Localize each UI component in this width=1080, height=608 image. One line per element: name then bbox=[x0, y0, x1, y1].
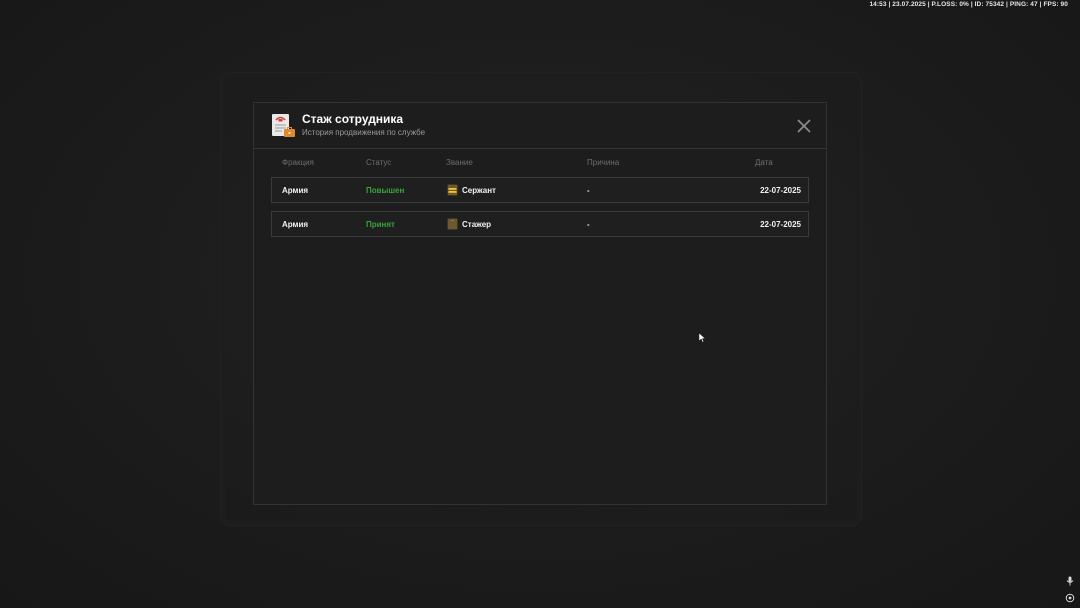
sergeant-badge-icon bbox=[447, 184, 458, 196]
hud-stats: 14:53 | 23.07.2025 | P.LOSS: 0% | ID: 75… bbox=[869, 1, 1068, 8]
reason-cell: - bbox=[587, 186, 590, 195]
modal-subtitle: История продвижения по службе bbox=[302, 128, 426, 137]
reason-cell: - bbox=[587, 220, 590, 229]
trainee-badge-icon bbox=[447, 218, 458, 230]
column-header-status: Статус bbox=[366, 158, 392, 167]
status-cell: Принят bbox=[366, 220, 395, 229]
settings-icon[interactable] bbox=[1065, 593, 1075, 603]
modal-header: Стаж сотрудника История продвижения по с… bbox=[254, 103, 826, 149]
modal-title: Стаж сотрудника bbox=[302, 112, 404, 126]
status-cell: Повышен bbox=[366, 186, 405, 195]
date-cell: 22-07-2025 bbox=[760, 186, 801, 195]
faction-cell: Армия bbox=[282, 186, 309, 195]
column-header-reason: Причина bbox=[587, 158, 620, 167]
table-row: Армия Принят Стажер - 22-07-2025 bbox=[271, 211, 809, 237]
table-row: Армия Повышен Сержант - 22-07-2025 bbox=[271, 177, 809, 203]
employee-tenure-modal: Стаж сотрудника История продвижения по с… bbox=[253, 102, 827, 505]
rank-cell: Стажер bbox=[462, 220, 492, 229]
date-cell: 22-07-2025 bbox=[760, 220, 801, 229]
close-icon[interactable] bbox=[795, 117, 813, 135]
document-certificate-icon bbox=[272, 114, 295, 137]
mouse-cursor-icon bbox=[699, 333, 706, 343]
column-header-faction: Фракция bbox=[282, 158, 314, 167]
column-header-rank: Звание bbox=[446, 158, 473, 167]
rank-cell: Сержант bbox=[462, 186, 496, 195]
faction-cell: Армия bbox=[282, 220, 309, 229]
microphone-icon[interactable] bbox=[1065, 576, 1075, 586]
column-header-date: Дата bbox=[755, 158, 773, 167]
